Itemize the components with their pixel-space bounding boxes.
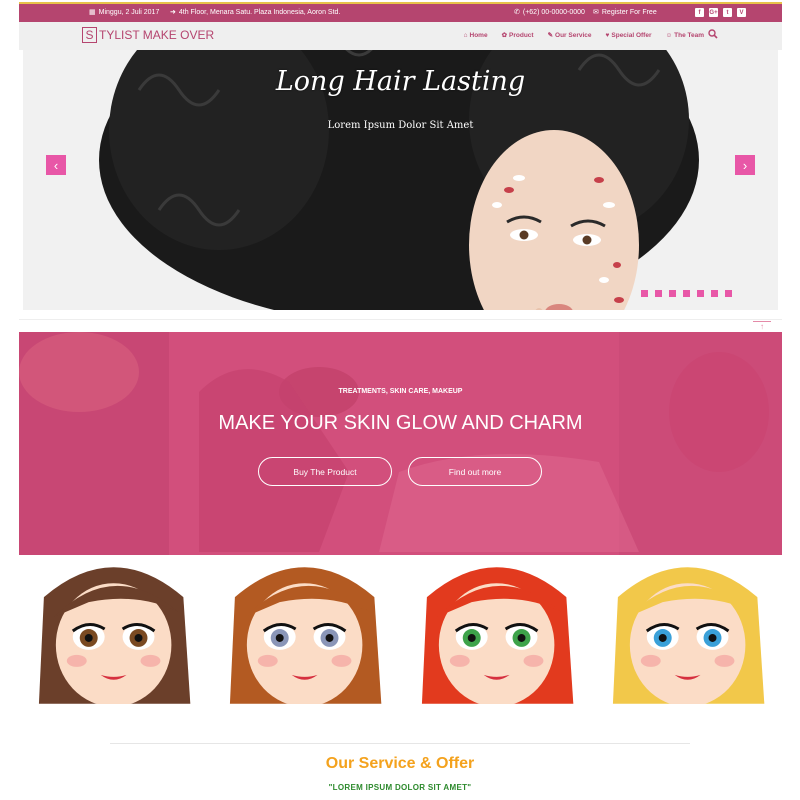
slider-dot[interactable] bbox=[711, 290, 718, 297]
logo-mark: S bbox=[82, 27, 97, 43]
slide-subtitle: Lorem Ipsum Dolor Sit Amet bbox=[327, 120, 474, 131]
banner-title: MAKE YOUR SKIN GLOW AND CHARM bbox=[218, 412, 583, 434]
banner-background-image bbox=[19, 332, 782, 555]
nav-item-the-team[interactable]: ☺ The Team bbox=[666, 31, 705, 39]
address-info: ➜ 4th Floor, Menara Satu. Plaza Indonesi… bbox=[170, 8, 341, 17]
gallery-item-red-hair[interactable] bbox=[401, 557, 591, 704]
section-title: Our Service & Offer bbox=[325, 755, 475, 772]
gallery-item-auburn-hair[interactable] bbox=[210, 557, 400, 704]
mail-icon: ✉ bbox=[593, 9, 599, 16]
date-info: ▦ Minggu, 2 Juli 2017 bbox=[89, 8, 160, 17]
product-icon: ✿ bbox=[501, 32, 508, 39]
register-text: Register For Free bbox=[601, 8, 657, 16]
hero-slider: Long Hair Lasting Lorem Ipsum Dolor Sit … bbox=[23, 50, 778, 310]
section-divider bbox=[110, 743, 690, 744]
slider-pagination bbox=[641, 290, 732, 297]
divider bbox=[19, 319, 782, 320]
top-bar: ▦ Minggu, 2 Juli 2017 ➜ 4th Floor, Menar… bbox=[19, 2, 782, 22]
site-logo[interactable]: S TYLIST MAKE OVER bbox=[82, 27, 214, 43]
slider-dot[interactable] bbox=[641, 290, 648, 297]
section-subtitle: "LOREM IPSUM DOLOR SIT AMET" bbox=[328, 783, 472, 792]
promo-banner: TREATMENTS, SKIN CARE, MAKEUP MAKE YOUR … bbox=[19, 332, 782, 555]
find-out-more-button[interactable]: Find out more bbox=[408, 457, 542, 486]
facebook-icon[interactable]: f bbox=[695, 8, 704, 17]
cartoon-face-image bbox=[230, 567, 382, 704]
logo-text: TYLIST MAKE OVER bbox=[99, 28, 215, 42]
google-plus-icon[interactable]: G+ bbox=[709, 8, 718, 17]
nav-item-product[interactable]: ✿ Product bbox=[501, 31, 534, 40]
slider-prev-button[interactable]: ‹ bbox=[46, 155, 66, 175]
social-links: f G+ t V bbox=[695, 8, 746, 17]
slider-next-button[interactable]: › bbox=[735, 155, 755, 175]
heart-icon: ♥ bbox=[605, 31, 610, 39]
slide-title: Long Hair Lasting bbox=[275, 66, 526, 97]
cartoon-face-image bbox=[38, 567, 191, 704]
location-icon: ➜ bbox=[170, 9, 176, 16]
slider-dot[interactable] bbox=[697, 290, 704, 297]
phone-text: (+62) 00-0000-0000 bbox=[522, 8, 585, 16]
gallery-item-blonde-hair[interactable] bbox=[592, 557, 782, 704]
nav-item-home[interactable]: ⌂ Home bbox=[464, 31, 488, 39]
nav-menu: ⌂ Home ✿ Product ✎ Our Service ♥ Special Off… bbox=[464, 31, 705, 40]
makeover-gallery bbox=[19, 557, 782, 704]
main-navbar: S TYLIST MAKE OVER ⌂ Home ✿ Product ✎ Our S… bbox=[19, 22, 782, 50]
brush-icon: ✎ bbox=[547, 32, 554, 39]
slider-dot[interactable] bbox=[655, 290, 662, 297]
cartoon-face-image bbox=[612, 567, 765, 704]
search-icon[interactable] bbox=[708, 29, 718, 39]
nav-item-our-service[interactable]: ✎ Our Service bbox=[547, 31, 592, 40]
buy-product-button[interactable]: Buy The Product bbox=[258, 457, 392, 486]
slider-dot[interactable] bbox=[669, 290, 676, 297]
register-link[interactable]: ✉ Register For Free bbox=[593, 8, 657, 17]
address-text: 4th Floor, Menara Satu. Plaza Indonesia,… bbox=[178, 8, 341, 16]
twitter-icon[interactable]: t bbox=[723, 8, 732, 17]
back-to-top-button[interactable]: ↑ bbox=[753, 321, 771, 331]
gallery-item-brown-hair[interactable] bbox=[19, 557, 209, 704]
slider-dot[interactable] bbox=[683, 290, 690, 297]
date-text: Minggu, 2 Juli 2017 bbox=[98, 8, 160, 16]
slider-dot[interactable] bbox=[725, 290, 732, 297]
home-icon: ⌂ bbox=[463, 31, 468, 39]
banner-tagline: TREATMENTS, SKIN CARE, MAKEUP bbox=[338, 388, 463, 395]
phone-icon: ✆ bbox=[514, 9, 520, 16]
vimeo-icon[interactable]: V bbox=[737, 8, 746, 17]
cartoon-face-image bbox=[421, 567, 573, 704]
team-icon: ☺ bbox=[665, 31, 673, 39]
nav-item-special-offer[interactable]: ♥ Special Offer bbox=[606, 31, 652, 39]
phone-info: ✆ (+62) 00-0000-0000 bbox=[514, 8, 585, 17]
calendar-icon: ▦ bbox=[89, 9, 96, 16]
